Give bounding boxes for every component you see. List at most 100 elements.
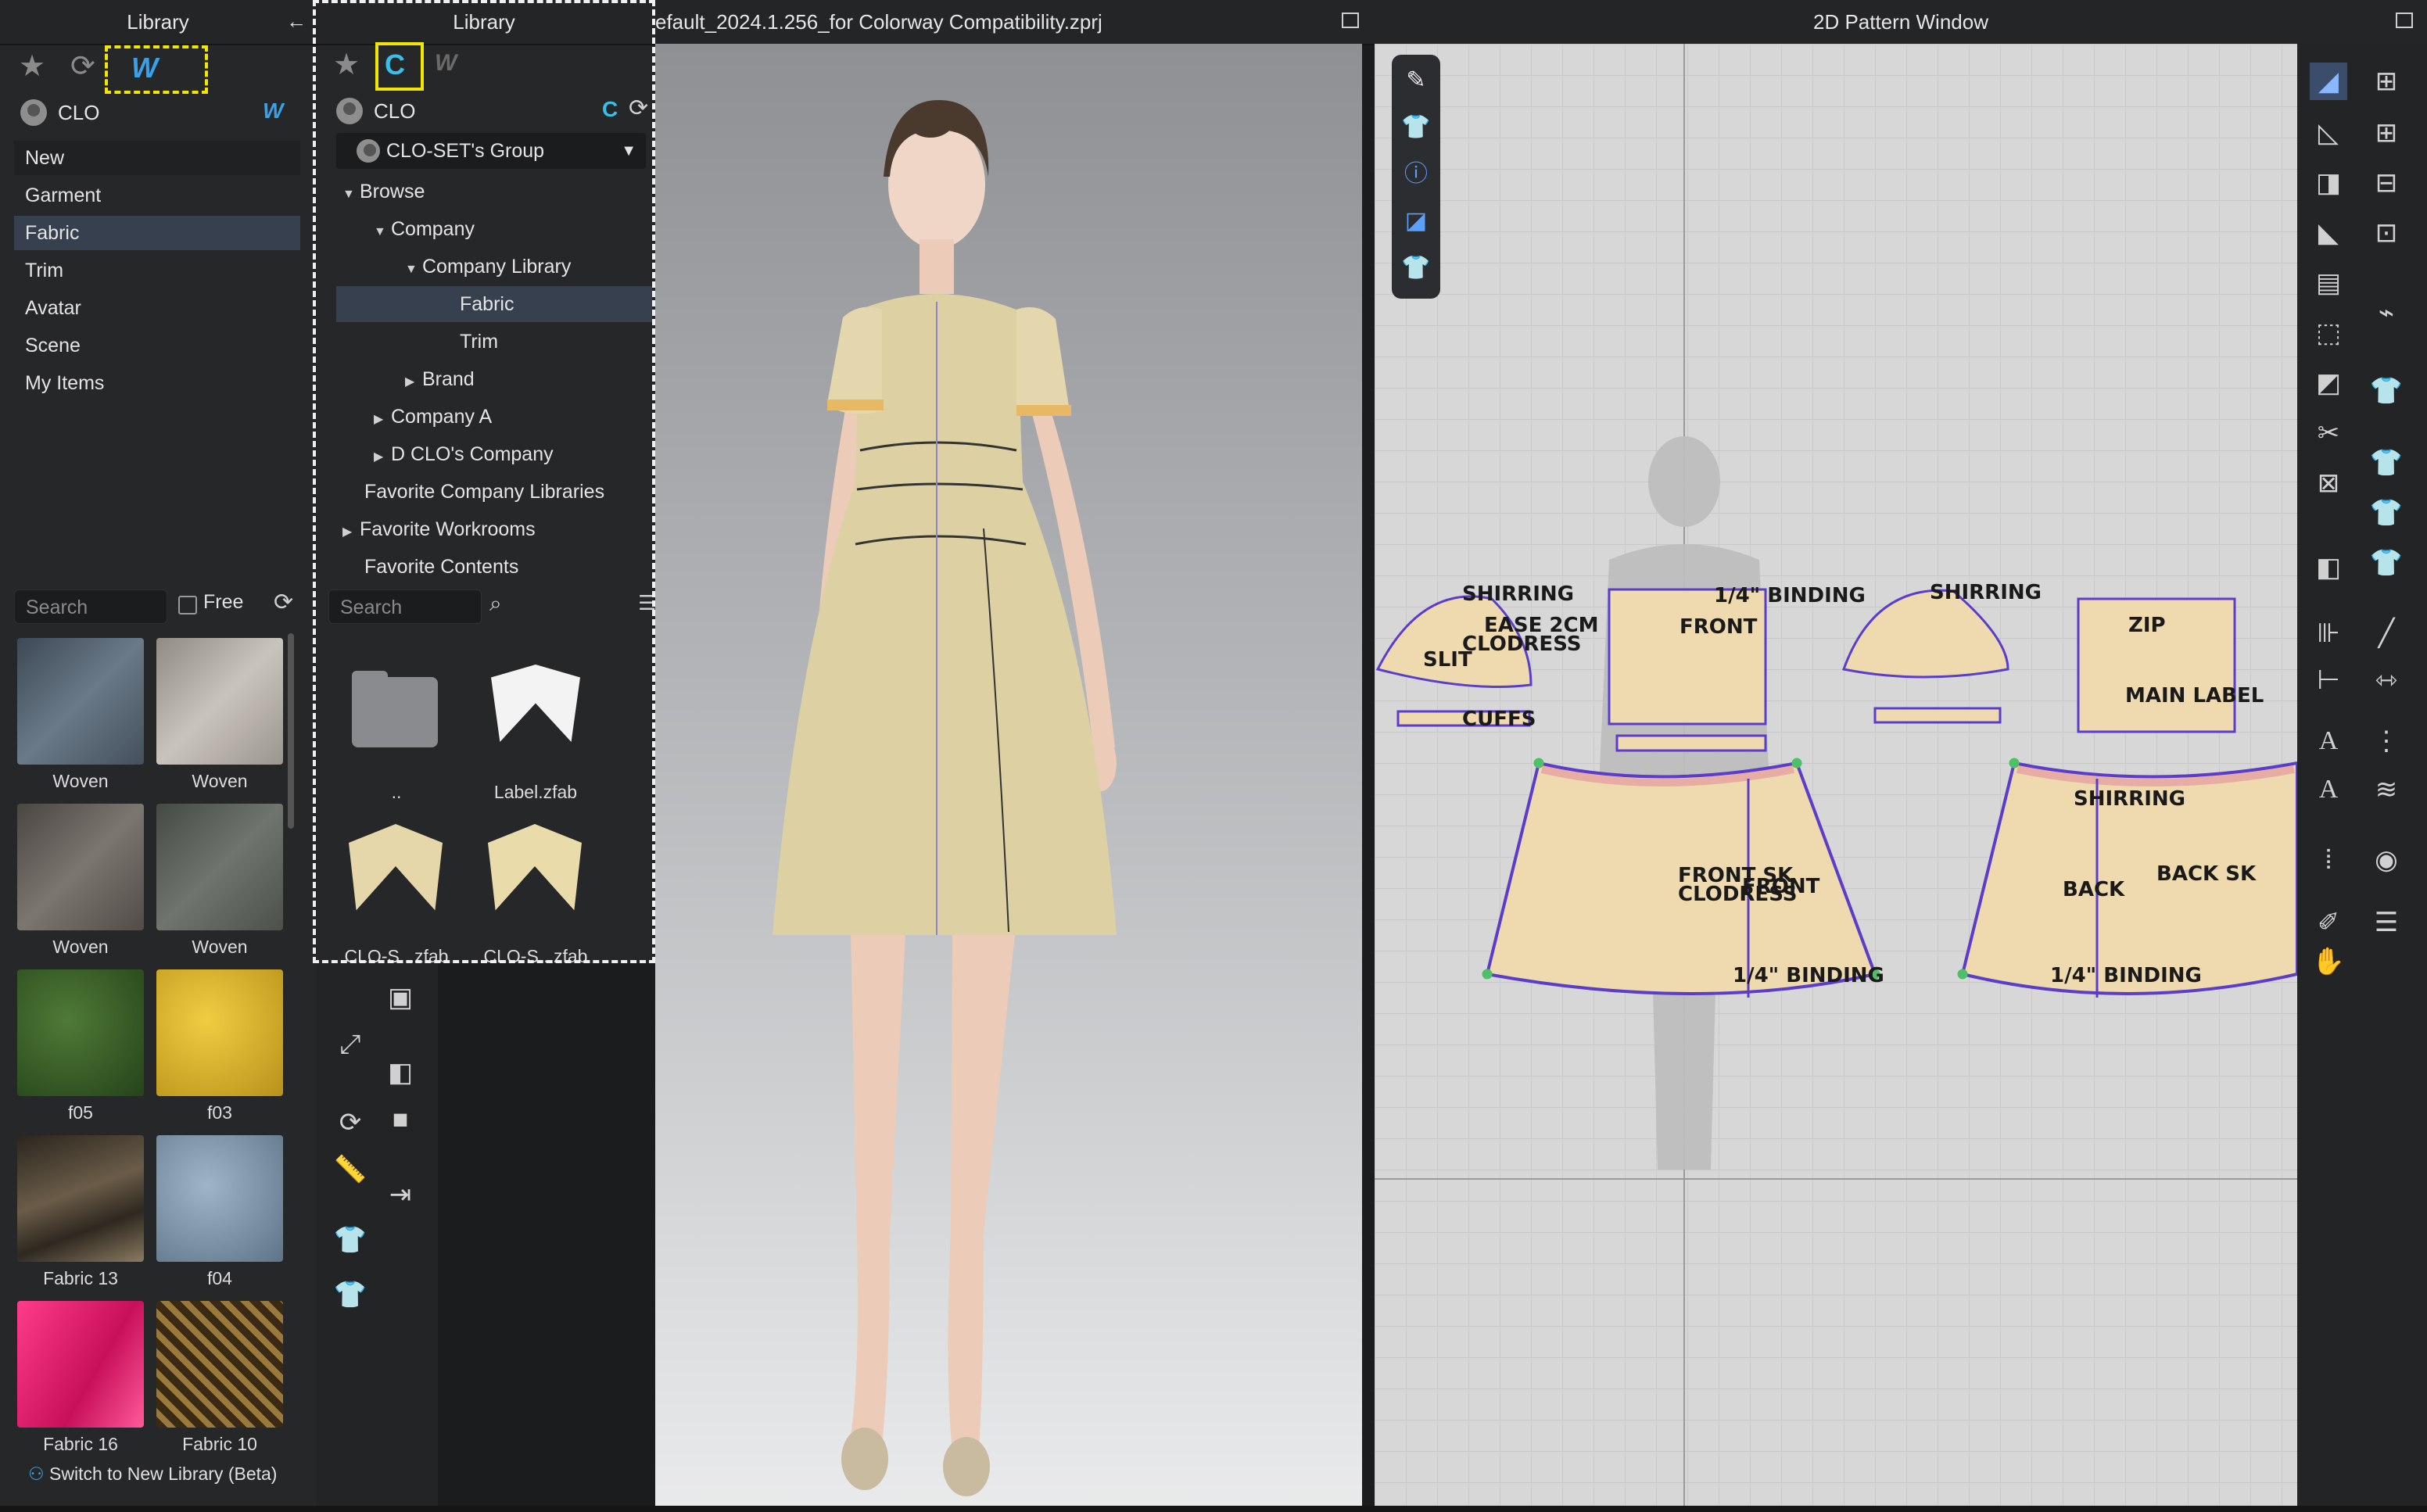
garment-tool-icon[interactable]: 👕: [2368, 444, 2405, 482]
refresh-icon[interactable]: ⟳: [70, 52, 95, 81]
tape-tool-icon[interactable]: ⟳: [332, 1104, 369, 1141]
fabric-tile[interactable]: f04: [156, 1135, 283, 1289]
pattern-label: ZIP: [2128, 614, 2166, 637]
nav-scene[interactable]: Scene: [14, 328, 300, 363]
refresh-icon[interactable]: ⟳: [274, 591, 293, 614]
pattern-drawing: SHIRRING EASE 2CM CLODRESS SLIT CUFFS 1/…: [1375, 44, 2299, 1506]
scissors-tool-icon[interactable]: ✂: [2310, 414, 2347, 452]
fabric-thumbnail: [156, 1301, 283, 1428]
pen-tool-icon[interactable]: ✎: [1401, 66, 1431, 95]
pin-tool-icon[interactable]: ⇥: [382, 1176, 419, 1213]
right-toolbar: ◢ ⊞ ◺ ⊞ ◨ ⊟ ◣ ⊡ ▤ ⌁ ⬚ ◩ 👕 ✂ 👕 ⊠ 👕 👕 ◧ ⊪ …: [2297, 44, 2427, 1512]
garment-tool-icon[interactable]: 👕: [2368, 494, 2405, 532]
collapse-arrow-icon[interactable]: ←: [286, 11, 307, 31]
maximize-icon[interactable]: [2396, 13, 2413, 28]
avatar-figure: [773, 99, 1117, 1496]
maximize-icon[interactable]: [1342, 13, 1359, 28]
fabric-tile[interactable]: Woven: [17, 804, 144, 958]
star-icon[interactable]: ★: [19, 52, 45, 81]
nav-my-items[interactable]: My Items: [14, 366, 300, 400]
library-panel: Library ← ★ ⟳ W CLO W New Garment Fabric…: [0, 0, 317, 1512]
viewport-title: efault_2024.1.256_for Colorway Compatibi…: [655, 0, 1375, 45]
transform-tool-icon[interactable]: ⊞: [2368, 63, 2405, 100]
camera-tool-icon[interactable]: ◉: [2368, 841, 2405, 879]
shape-tool-icon[interactable]: ◨: [2310, 164, 2347, 202]
measure-tool-icon[interactable]: ⤢: [332, 1026, 369, 1063]
fabric-tile[interactable]: f03: [156, 969, 283, 1123]
fill-tool-icon[interactable]: ◩: [2310, 364, 2347, 402]
garment-tool-icon[interactable]: 👕: [332, 1276, 369, 1313]
tack-tool-icon[interactable]: ✐: [2310, 904, 2347, 941]
pattern-label: 1/4" BINDING: [1733, 964, 1884, 987]
layer-tool-icon[interactable]: ⊡: [2368, 214, 2405, 252]
search-input[interactable]: Search: [14, 589, 167, 624]
grid-tool-icon[interactable]: ⦙: [2310, 841, 2347, 879]
pattern-tool-icon[interactable]: ⊠: [2310, 464, 2347, 502]
piece-tool-icon[interactable]: ◣: [2310, 214, 2347, 252]
3d-viewport[interactable]: [655, 44, 1362, 1506]
free-checkbox[interactable]: [178, 596, 197, 614]
text-tool-icon[interactable]: A: [2310, 722, 2347, 760]
ruler-tool-icon[interactable]: 📏: [332, 1151, 369, 1188]
tile-label: Fabric 13: [43, 1268, 118, 1288]
fabric-thumbnail: [156, 804, 283, 930]
garment-icon[interactable]: 👕: [1401, 253, 1431, 283]
fabric-tile[interactable]: f05: [17, 969, 144, 1123]
nav-trim[interactable]: Trim: [14, 253, 300, 288]
tile-label: f05: [68, 1102, 93, 1123]
nav-garment[interactable]: Garment: [14, 178, 300, 213]
pattern-label: SHIRRING: [2074, 787, 2185, 811]
zigzag-tool-icon[interactable]: ≋: [2368, 771, 2405, 808]
iron-tool-icon[interactable]: ⌁: [2368, 294, 2405, 331]
fabric-tile[interactable]: Fabric 10: [156, 1301, 283, 1455]
fabric-thumbnail: [17, 1135, 144, 1262]
stack-tool-icon[interactable]: ☰: [2368, 904, 2405, 941]
stitch-tool-icon[interactable]: ⋮: [2368, 722, 2405, 760]
line-tool-icon[interactable]: ╱: [2368, 614, 2405, 652]
image-tool-icon[interactable]: ▤: [2310, 264, 2347, 302]
dimension-tool-icon[interactable]: ⇿: [2368, 661, 2405, 699]
pattern-label: BACK SK: [2156, 862, 2257, 886]
box-tool-icon[interactable]: ▣: [382, 979, 419, 1016]
fabric-thumbnail: [17, 804, 144, 930]
fabric-tile[interactable]: Fabric 16: [17, 1301, 144, 1455]
pattern-label: CUFFS: [1462, 708, 1536, 731]
garment-icon[interactable]: 👕: [1401, 113, 1431, 142]
garment-tool-icon[interactable]: 👕: [2368, 544, 2405, 582]
select-tool-icon[interactable]: ◢: [2310, 63, 2347, 100]
info-icon[interactable]: ⓘ: [1401, 159, 1431, 189]
user-row[interactable]: CLO: [20, 92, 99, 133]
block-tool-icon[interactable]: ■: [382, 1101, 419, 1138]
edit-tool-icon[interactable]: ⊞: [2368, 114, 2405, 152]
nav-new[interactable]: New: [14, 141, 300, 175]
tile-label: Woven: [52, 937, 109, 957]
text-edit-tool-icon[interactable]: A: [2310, 771, 2347, 808]
free-label: Free: [203, 591, 244, 613]
library-title: Library: [0, 0, 316, 45]
pattern-canvas[interactable]: SHIRRING EASE 2CM CLODRESS SLIT CUFFS 1/…: [1375, 44, 2299, 1506]
polygon-tool-icon[interactable]: ◺: [2310, 114, 2347, 152]
scrollbar[interactable]: [288, 633, 294, 829]
nav-fabric[interactable]: Fabric: [14, 216, 300, 250]
eraser-icon[interactable]: ◪: [1401, 206, 1431, 236]
block-tool-icon[interactable]: ◧: [382, 1054, 419, 1091]
book-tool-icon[interactable]: ◧: [2310, 549, 2347, 586]
status-bar: [0, 1506, 2427, 1512]
garment-tool-icon[interactable]: 👕: [2368, 372, 2405, 410]
ruler-tool-icon[interactable]: ⊪: [2310, 614, 2347, 652]
fabric-tile[interactable]: Fabric 13: [17, 1135, 144, 1289]
nav-avatar[interactable]: Avatar: [14, 291, 300, 325]
fabric-tile[interactable]: Woven: [156, 638, 283, 792]
fabric-tile[interactable]: Woven: [156, 804, 283, 958]
hand-tool-icon[interactable]: ✋: [2310, 943, 2347, 980]
switch-new-library-link[interactable]: ⚇ Switch to New Library (Beta): [28, 1464, 277, 1485]
fabric-thumbnail: [17, 638, 144, 765]
new-library-toggle[interactable]: W: [105, 45, 208, 94]
measure-tool-icon[interactable]: ⊢: [2310, 661, 2347, 699]
fabric-tile[interactable]: Woven: [17, 638, 144, 792]
w-logo-icon[interactable]: W: [263, 100, 283, 122]
marquee-tool-icon[interactable]: ⬚: [2310, 314, 2347, 352]
garment-tool-icon[interactable]: 👕: [332, 1221, 369, 1259]
tile-label: Woven: [192, 771, 248, 791]
arrange-tool-icon[interactable]: ⊟: [2368, 164, 2405, 202]
